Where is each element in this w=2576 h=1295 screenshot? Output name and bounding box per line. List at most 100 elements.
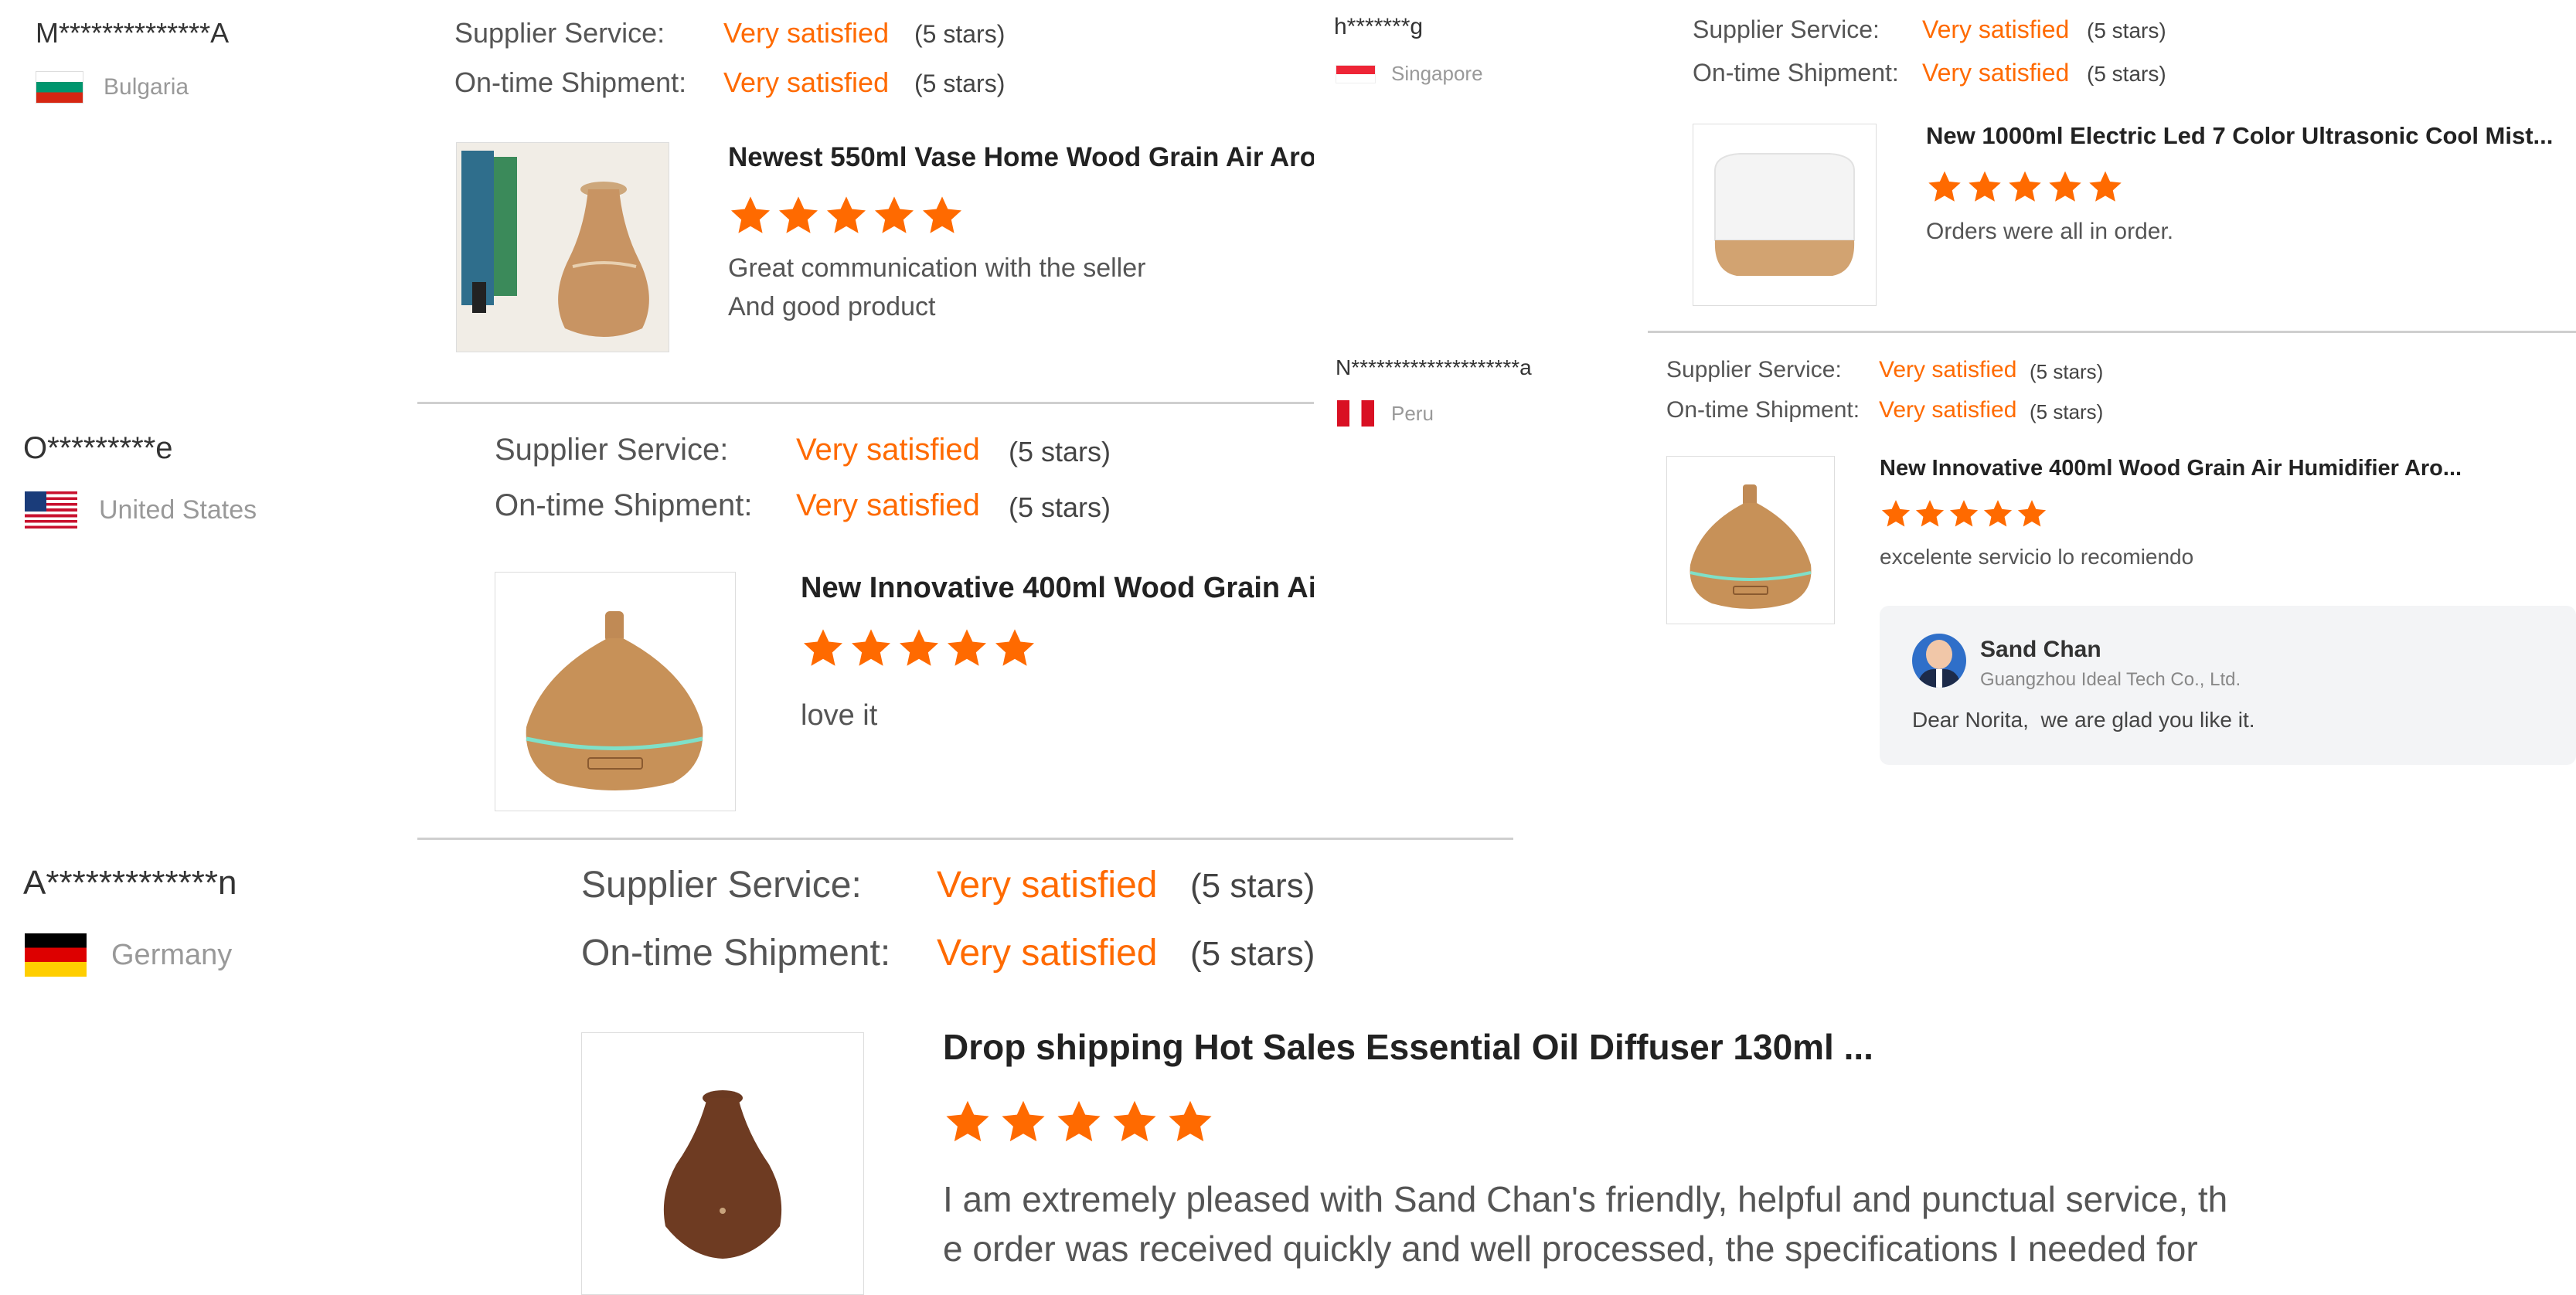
star-icon bbox=[899, 629, 939, 666]
supplier-service-stars: (5 stars) bbox=[1190, 867, 1315, 905]
product-thumbnail[interactable] bbox=[1666, 456, 1835, 624]
shipment-value: Very satisfied bbox=[723, 66, 890, 98]
shipment-stars: (5 stars) bbox=[2087, 62, 2166, 86]
product-thumbnail[interactable] bbox=[456, 142, 669, 352]
usa-flag-icon bbox=[25, 491, 77, 529]
star-icon bbox=[1949, 500, 1979, 527]
star-icon bbox=[1881, 500, 1911, 527]
reviewer-country: Germany bbox=[25, 933, 232, 977]
review-divider bbox=[1648, 331, 2576, 333]
supplier-service-label: Supplier Service: bbox=[1693, 15, 1880, 43]
star-icon bbox=[1928, 171, 1961, 202]
germany-flag-icon bbox=[25, 933, 87, 977]
wood-diffuser-image bbox=[495, 573, 735, 811]
reviewer-name: M**************A bbox=[36, 17, 230, 49]
review-card: O*********e United States Supplier Servi… bbox=[0, 417, 1314, 834]
supplier-service-value: Very satisfied bbox=[1922, 15, 2070, 43]
supplier-service-label: Supplier Service: bbox=[495, 433, 729, 467]
reviewer-country: United States bbox=[25, 491, 257, 529]
star-icon bbox=[946, 1100, 989, 1142]
product-title[interactable]: New 1000ml Electric Led 7 Color Ultrason… bbox=[1926, 122, 2560, 150]
star-icon bbox=[2017, 500, 2047, 527]
shipment-stars: (5 stars) bbox=[914, 70, 1006, 97]
star-icon bbox=[1057, 1100, 1101, 1142]
seller-company: Guangzhou Ideal Tech Co., Ltd. bbox=[1980, 669, 2241, 690]
star-icon bbox=[1983, 500, 2013, 527]
reviewer-country: Singapore bbox=[1336, 62, 1483, 86]
reviewer-country: Peru bbox=[1337, 400, 1434, 427]
supplier-service-value: Very satisfied bbox=[1879, 357, 2017, 382]
shipment-stars: (5 stars) bbox=[1009, 491, 1111, 523]
star-icon bbox=[1169, 1100, 1212, 1142]
star-icon bbox=[1969, 171, 2001, 202]
supplier-service-value: Very satisfied bbox=[937, 865, 1158, 906]
star-icon bbox=[851, 629, 891, 666]
star-rating bbox=[1880, 498, 2050, 530]
product-title[interactable]: Newest 550ml Vase Home Wood Grain Air Ar… bbox=[728, 142, 1314, 173]
reviewer-country: Bulgaria bbox=[36, 71, 189, 104]
reply-text: Dear Norita, we are glad you like it. bbox=[1912, 708, 2255, 732]
reviewer-name: h*******g bbox=[1334, 14, 1424, 39]
country-label: Singapore bbox=[1391, 62, 1483, 85]
wood-diffuser-image bbox=[1667, 457, 1834, 624]
supplier-service-stars: (5 stars) bbox=[2087, 19, 2166, 42]
star-icon bbox=[778, 196, 818, 233]
shipment-value: Very satisfied bbox=[937, 933, 1158, 974]
supplier-service-stars: (5 stars) bbox=[914, 20, 1006, 48]
star-icon bbox=[2089, 171, 2122, 202]
shipment-stars: (5 stars) bbox=[1190, 935, 1315, 973]
star-icon bbox=[874, 196, 914, 233]
reviewer-name: O*********e bbox=[23, 431, 173, 465]
seller-reply: Sand Chan Guangzhou Ideal Tech Co., Ltd.… bbox=[1880, 606, 2576, 765]
review-text: Great communication with the seller And … bbox=[728, 253, 1146, 321]
country-label: Bulgaria bbox=[104, 74, 189, 100]
review-card: M**************A Bulgaria Supplier Servi… bbox=[0, 0, 1314, 402]
star-icon bbox=[995, 629, 1035, 666]
shipment-value: Very satisfied bbox=[1879, 397, 2017, 423]
review-divider bbox=[417, 838, 1513, 840]
dark-wood-diffuser-image bbox=[582, 1033, 863, 1294]
star-icon bbox=[730, 196, 771, 233]
product-thumbnail[interactable] bbox=[495, 572, 736, 811]
supplier-service-value: Very satisfied bbox=[723, 17, 890, 49]
shipment-label: On-time Shipment: bbox=[581, 933, 891, 974]
supplier-service-label: Supplier Service: bbox=[1666, 357, 1842, 382]
seller-name: Sand Chan bbox=[1980, 637, 2101, 662]
review-card: h*******g Singapore Supplier Service: Ve… bbox=[1314, 0, 2576, 332]
product-thumbnail[interactable] bbox=[581, 1032, 864, 1295]
shipment-label: On-time Shipment: bbox=[1693, 59, 1899, 87]
review-text: Orders were all in order. bbox=[1926, 219, 2174, 244]
review-text: love it bbox=[801, 699, 878, 732]
product-title[interactable]: New Innovative 400ml Wood Grain Air Humi… bbox=[801, 572, 1314, 605]
bulgaria-flag-icon bbox=[36, 71, 83, 104]
product-thumbnail[interactable] bbox=[1693, 124, 1877, 306]
supplier-service-stars: (5 stars) bbox=[2030, 360, 2104, 383]
singapore-flag-icon bbox=[1336, 64, 1376, 83]
shipment-label: On-time Shipment: bbox=[1666, 397, 1860, 423]
vase-diffuser-image bbox=[457, 143, 669, 352]
star-icon bbox=[826, 196, 866, 233]
star-icon bbox=[2009, 171, 2041, 202]
product-title[interactable]: Drop shipping Hot Sales Essential Oil Di… bbox=[943, 1026, 2102, 1068]
peru-flag-icon bbox=[1337, 400, 1374, 427]
supplier-service-label: Supplier Service: bbox=[581, 865, 862, 906]
reviewer-name: N********************a bbox=[1336, 355, 1532, 379]
star-icon bbox=[947, 629, 987, 666]
supplier-service-stars: (5 stars) bbox=[1009, 436, 1111, 467]
reviewer-name: A*************n bbox=[23, 864, 237, 902]
product-title[interactable]: New Innovative 400ml Wood Grain Air Humi… bbox=[1880, 456, 2513, 481]
review-card: A*************n Germany Supplier Service… bbox=[0, 850, 2576, 1295]
star-icon bbox=[922, 196, 962, 233]
star-icon bbox=[803, 629, 843, 666]
review-text: excelente servicio lo recomiendo bbox=[1880, 545, 2194, 569]
review-divider bbox=[417, 402, 1314, 404]
country-label: Peru bbox=[1391, 401, 1434, 425]
shipment-stars: (5 stars) bbox=[2030, 400, 2104, 423]
review-text: I am extremely pleased with Sand Chan's … bbox=[943, 1179, 2228, 1269]
shipment-label: On-time Shipment: bbox=[454, 66, 687, 98]
country-label: Germany bbox=[111, 938, 233, 971]
star-icon bbox=[1002, 1100, 1045, 1142]
review-card: N********************a Peru Supplier Ser… bbox=[1314, 340, 2576, 773]
star-rating bbox=[801, 626, 1040, 671]
shipment-label: On-time Shipment: bbox=[495, 488, 753, 522]
